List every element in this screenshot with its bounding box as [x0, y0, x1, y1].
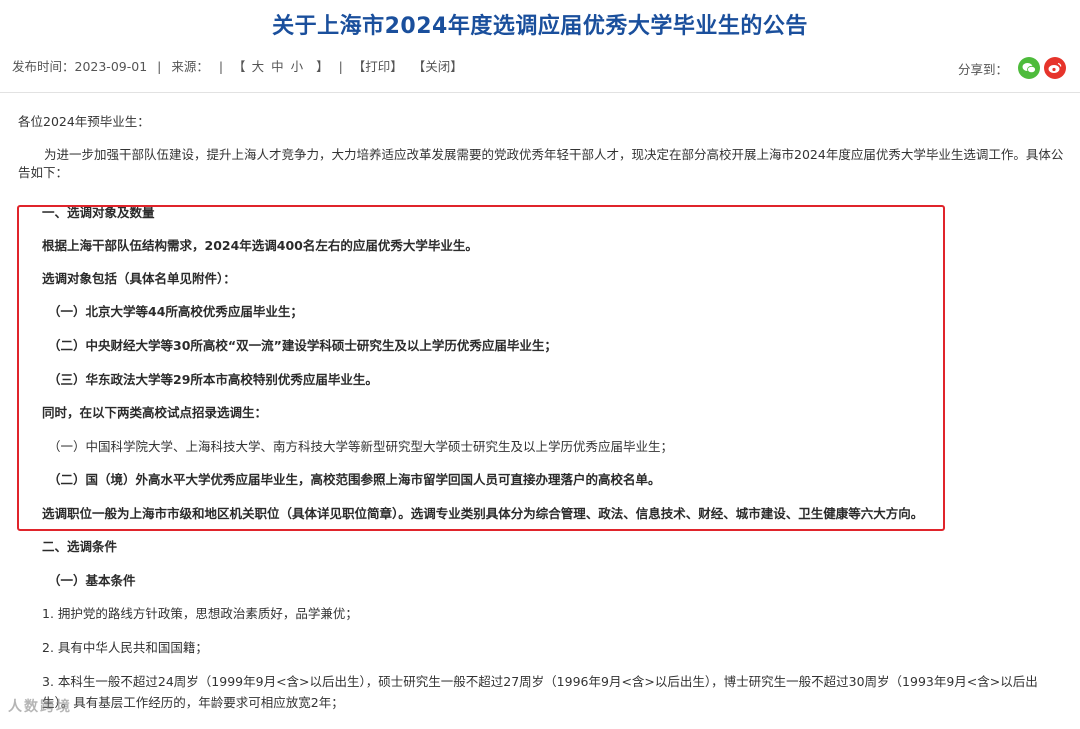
paragraph: 1. 拥护党的路线方针政策，思想政治素质好，品学兼优； — [42, 606, 358, 621]
share-bar: 分享到： — [958, 57, 1066, 79]
font-size-bracket-close: 】 — [316, 59, 329, 74]
section-heading: 二、选调条件 — [42, 539, 118, 554]
share-label: 分享到： — [957, 61, 1008, 77]
paragraph: 2. 具有中华人民共和国国籍； — [42, 640, 208, 655]
page-title: 关于上海市2024年度选调应届优秀大学毕业生的公告 — [272, 14, 808, 39]
subsection-heading: （一）基本条件 — [48, 573, 136, 588]
source-label: 来源： — [171, 59, 209, 74]
intro-paragraph: 为进一步加强干部队伍建设，提升上海人才竞争力，大力培养适应改革发展需要的党政优秀… — [18, 147, 1064, 180]
header-divider — [0, 92, 1080, 93]
paragraph: 生）。具有基层工作经历的，年龄要求可相应放宽2年； — [42, 695, 344, 710]
paragraph: 3. 本科生一般不超过24周岁（1999年9月<含>以后出生），硕士研究生一般不… — [42, 674, 1038, 689]
meta-separator: | — [338, 59, 343, 74]
watermark: 人数跨境 — [8, 699, 72, 715]
meta-separator: | — [218, 59, 224, 74]
highlight-box — [17, 205, 945, 531]
font-size-options[interactable]: 大中小 — [252, 59, 311, 74]
wechat-icon[interactable] — [1018, 57, 1040, 79]
print-link[interactable]: 【打印】 — [353, 59, 403, 74]
greeting: 各位2024年预毕业生： — [18, 114, 150, 129]
weibo-icon[interactable] — [1044, 57, 1066, 79]
publish-date: 发布时间：2023-09-01 — [12, 59, 148, 74]
article-meta: 发布时间：2023-09-01 | 来源： | 【大中小】 | 【打印】 【关闭… — [12, 56, 469, 75]
close-link[interactable]: 【关闭】 — [413, 59, 463, 74]
font-size-bracket-open: 【 — [233, 59, 246, 74]
meta-separator: | — [157, 59, 162, 74]
